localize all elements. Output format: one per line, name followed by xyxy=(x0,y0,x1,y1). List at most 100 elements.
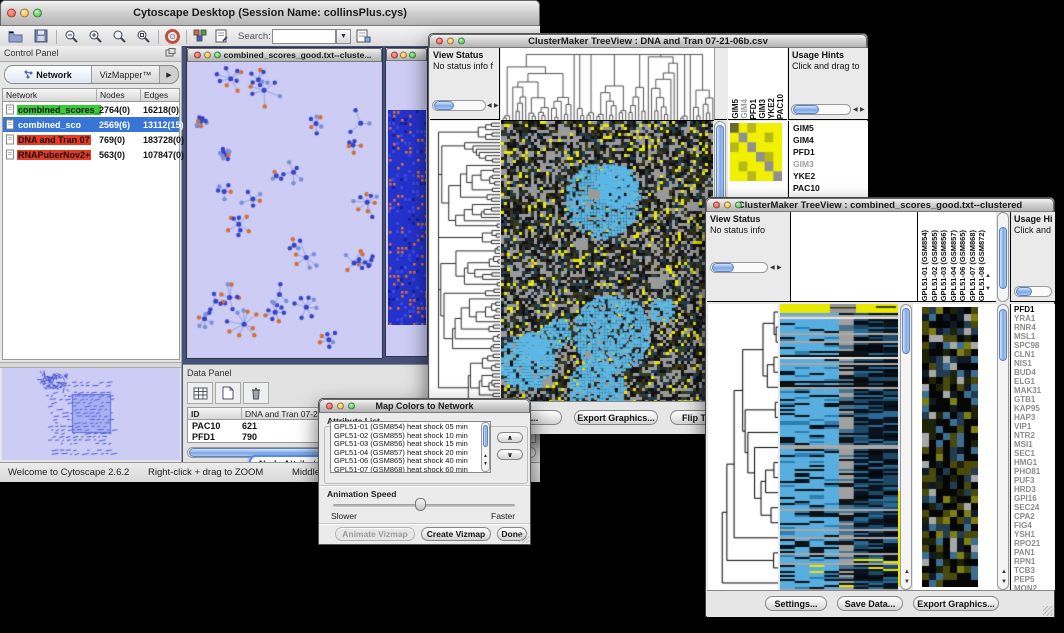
scroll-up-icon[interactable]: ▲ xyxy=(483,453,488,459)
zoom-button[interactable] xyxy=(409,51,416,58)
attribute-table-icon[interactable] xyxy=(187,382,213,404)
gene-label[interactable]: HMG1 xyxy=(1014,458,1055,467)
network-canvas[interactable] xyxy=(188,62,381,357)
zoom-button[interactable] xyxy=(214,52,221,59)
close-button[interactable] xyxy=(194,52,201,59)
scrollbar-thumb[interactable] xyxy=(999,309,1007,361)
gene-label[interactable]: NTR2 xyxy=(1014,431,1055,440)
close-button[interactable] xyxy=(7,9,16,18)
gene-label[interactable]: VIP1 xyxy=(1014,422,1055,431)
scrollbar-thumb[interactable] xyxy=(999,227,1007,289)
zoom-button[interactable] xyxy=(458,38,465,45)
scroll-down-icon[interactable]: ▼ xyxy=(1001,579,1007,585)
scrollbar-thumb[interactable] xyxy=(434,101,454,110)
settings-button[interactable]: Settings... xyxy=(765,596,827,611)
scroll-down-icon[interactable]: ▼ xyxy=(985,286,991,292)
heatmap-canvas[interactable] xyxy=(501,121,713,401)
animate-vizmap-button[interactable]: Animate Vizmap xyxy=(335,527,415,541)
minimize-button[interactable] xyxy=(20,9,29,18)
attribute-list-item[interactable]: GPL51-07 (GSM868) heat shock 60 min xyxy=(334,466,490,473)
usage-hints-hscrollbar[interactable] xyxy=(791,104,851,115)
minimize-button[interactable] xyxy=(724,202,731,209)
gene-label[interactable]: HAP3 xyxy=(1014,413,1055,422)
column-label[interactable]: GPL51-02 (GSM855) xyxy=(930,230,940,301)
column-header-network[interactable]: Network xyxy=(3,89,97,102)
scrollbar-thumb[interactable] xyxy=(793,105,819,114)
column-header-nodes[interactable]: Nodes xyxy=(97,89,141,102)
close-button[interactable] xyxy=(436,38,443,45)
network-overview-canvas[interactable] xyxy=(2,368,180,460)
genes-vscrollbar[interactable]: ▲ ▼ xyxy=(997,304,1009,590)
attribute-list-vscrollbar[interactable]: ▲ ▼ xyxy=(481,422,490,472)
save-icon[interactable] xyxy=(34,29,48,43)
treeview1-titlebar[interactable]: ClusterMaker TreeView : DNA and Tran 07-… xyxy=(429,34,867,48)
gene-label[interactable]: SPC98 xyxy=(1014,341,1055,350)
network-table-row[interactable]: combined_sco 2569(6) 13112(15) xyxy=(3,117,179,132)
move-up-button[interactable]: ∧ xyxy=(497,432,523,443)
column-header-id[interactable]: ID xyxy=(188,408,242,420)
scroll-up-icon[interactable]: ▲ xyxy=(985,273,991,279)
minimize-button[interactable] xyxy=(204,52,211,59)
network-table-row[interactable]: combined_scores_ 2764(0) 16218(0) xyxy=(3,102,179,117)
dialog-titlebar[interactable]: Map Colors to Network xyxy=(319,399,530,413)
magnify-icon[interactable] xyxy=(112,29,127,44)
network-matrix-canvas[interactable] xyxy=(388,110,426,325)
search-input[interactable] xyxy=(272,29,336,44)
column-header-edges[interactable]: Edges xyxy=(141,89,179,102)
column-label[interactable]: GPL51-04 (GSM857) xyxy=(949,230,959,301)
column-label[interactable]: GPL51-03 (GSM856) xyxy=(939,230,949,301)
row-dendrogram-canvas[interactable] xyxy=(708,304,778,590)
zoom-button[interactable] xyxy=(33,9,42,18)
scroll-right-icon[interactable]: ▶ xyxy=(494,103,499,109)
annotation-page-icon[interactable] xyxy=(214,29,228,43)
minimize-button[interactable] xyxy=(400,51,407,58)
gene-label[interactable]: MSL1 xyxy=(1014,332,1055,341)
gene-label[interactable]: NIS1 xyxy=(1014,359,1055,368)
gene-label[interactable]: SEC1 xyxy=(1014,449,1055,458)
gene-label[interactable]: CPA2 xyxy=(1014,512,1055,521)
gene-label[interactable]: YKE2 xyxy=(793,170,868,182)
view-status-hscrollbar[interactable] xyxy=(710,262,768,273)
summary-matrix-canvas[interactable] xyxy=(730,123,782,181)
gene-label[interactable]: PHO81 xyxy=(1014,467,1055,476)
column-label[interactable]: GPL51-07 (GSM868) xyxy=(968,230,978,301)
zoom-in-icon[interactable] xyxy=(88,29,103,44)
minimize-button[interactable] xyxy=(447,38,454,45)
zoom-out-icon[interactable] xyxy=(64,29,79,44)
gene-label[interactable]: GIM4 xyxy=(793,134,868,146)
gene-label[interactable]: GIM5 xyxy=(793,122,868,134)
column-label[interactable]: GPL51-01 (GSM854) xyxy=(920,230,930,301)
column-label[interactable]: YKE2 xyxy=(767,98,776,119)
gene-label[interactable]: ELG1 xyxy=(1014,377,1055,386)
minimize-button[interactable] xyxy=(337,403,344,410)
tab-overflow-arrow[interactable]: ▶ xyxy=(160,66,178,83)
tab-vizmapper[interactable]: VizMapper™ xyxy=(92,66,160,83)
network-table-row[interactable]: RNAPuberNov2+ 563(0) 107847(0) xyxy=(3,147,179,162)
new-attribute-icon[interactable] xyxy=(215,382,241,404)
gene-label[interactable]: PEP5 xyxy=(1014,575,1055,584)
column-dendrogram-canvas[interactable] xyxy=(501,48,714,121)
gene-label[interactable]: PAN1 xyxy=(1014,548,1055,557)
resize-grip[interactable] xyxy=(519,533,529,543)
network-table-row[interactable]: DNA and Tran 07 769(0) 183728(0) xyxy=(3,132,179,147)
heatmap-vscrollbar[interactable]: ▲ ▼ xyxy=(900,304,912,590)
view-status-hscrollbar[interactable] xyxy=(432,100,486,111)
scroll-left-icon[interactable]: ◀ xyxy=(853,107,858,113)
row-dendrogram-canvas[interactable] xyxy=(430,121,500,401)
scrollbar-thumb[interactable] xyxy=(1016,287,1032,296)
heatmap-canvas[interactable] xyxy=(780,304,898,590)
gene-label[interactable]: RNR4 xyxy=(1014,323,1055,332)
gene-label[interactable]: SEC24 xyxy=(1014,503,1055,512)
scroll-left-icon[interactable]: ◀ xyxy=(487,103,492,109)
scroll-right-icon[interactable]: ▶ xyxy=(860,107,865,113)
create-vizmap-button[interactable]: Create Vizmap xyxy=(421,527,491,541)
close-button[interactable] xyxy=(713,202,720,209)
float-panel-icon[interactable] xyxy=(165,48,176,58)
attribute-list[interactable]: GPL51-01 (GSM854) heat shock 05 minGPL51… xyxy=(330,421,491,473)
gene-label[interactable]: PFD1 xyxy=(1014,305,1055,314)
speed-slider-thumb[interactable] xyxy=(415,498,426,511)
network-view-titlebar[interactable] xyxy=(386,48,427,61)
gene-label[interactable]: GPI16 xyxy=(1014,494,1055,503)
gene-label[interactable]: YRA1 xyxy=(1014,314,1055,323)
scroll-right-icon[interactable]: ▶ xyxy=(777,265,782,271)
